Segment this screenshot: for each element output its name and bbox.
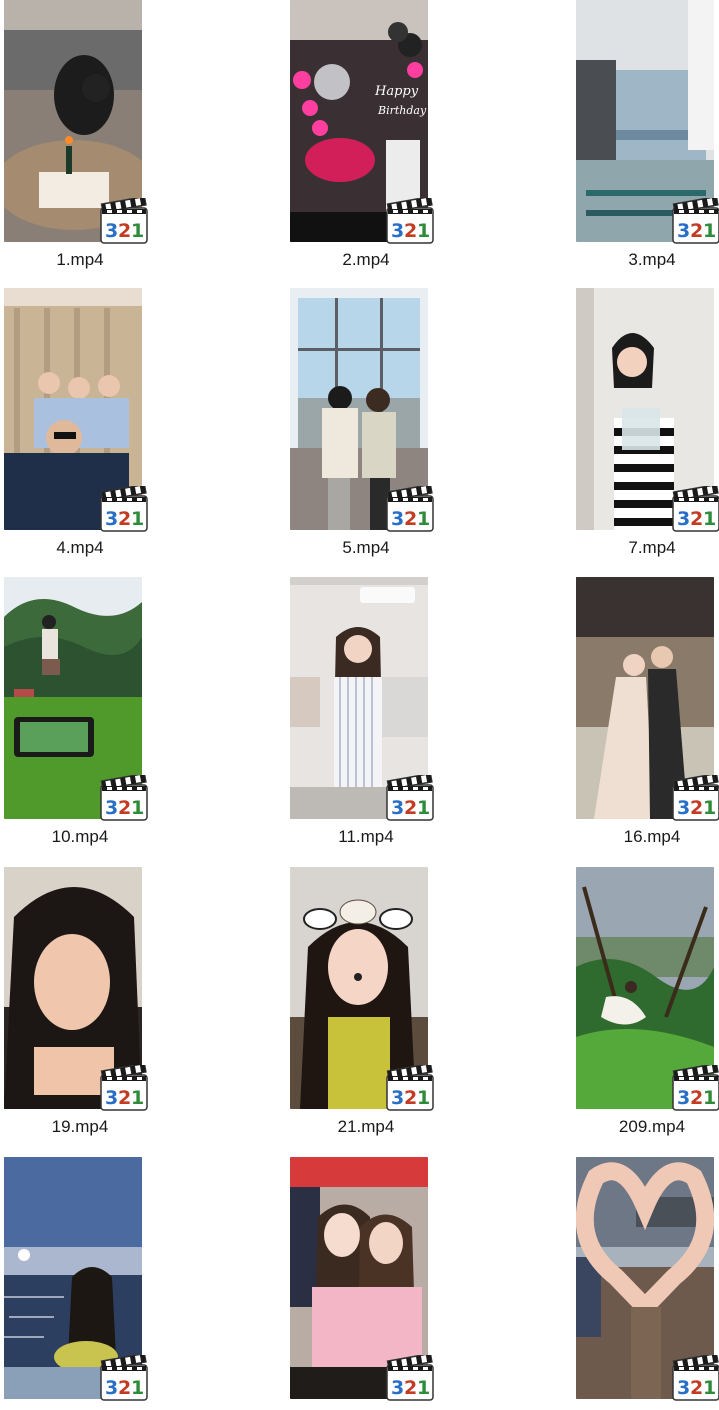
svg-text:3: 3 — [677, 1087, 690, 1109]
media-player-classic-icon: 3 2 1 — [100, 195, 148, 244]
media-player-classic-icon: 3 2 1 — [672, 195, 719, 244]
svg-text:3: 3 — [105, 797, 118, 819]
media-player-classic-icon: 3 2 1 — [672, 772, 719, 821]
media-player-classic-icon: 3 2 1 — [672, 483, 719, 532]
file-name[interactable]: 10.mp4 — [0, 827, 160, 847]
svg-text:Happy: Happy — [374, 84, 419, 99]
file-name[interactable]: 4.mp4 — [0, 538, 160, 558]
svg-text:2: 2 — [404, 1087, 417, 1109]
media-player-classic-icon: 3 2 1 — [672, 1352, 719, 1401]
svg-text:3: 3 — [677, 797, 690, 819]
file-name[interactable]: 1.mp4 — [0, 250, 160, 270]
svg-text:1: 1 — [131, 797, 144, 819]
file-name[interactable]: 21.mp4 — [286, 1117, 446, 1137]
file-grid: 3 2 1 1.mp4 Happy Birthday 3 2 1 2.mp4 3… — [0, 0, 719, 1410]
media-player-classic-icon: 3 2 1 — [386, 772, 434, 821]
media-player-classic-icon: 3 2 1 — [100, 1352, 148, 1401]
svg-text:3: 3 — [391, 797, 404, 819]
svg-text:3: 3 — [105, 1377, 118, 1399]
svg-text:1: 1 — [703, 508, 716, 530]
file-name[interactable]: 2.mp4 — [286, 250, 446, 270]
svg-text:3: 3 — [677, 220, 690, 242]
svg-text:1: 1 — [417, 508, 430, 530]
file-name[interactable]: 16.mp4 — [572, 827, 719, 847]
svg-text:3: 3 — [391, 1377, 404, 1399]
svg-text:2: 2 — [118, 797, 131, 819]
svg-text:1: 1 — [703, 1087, 716, 1109]
file-name[interactable]: 19.mp4 — [0, 1117, 160, 1137]
svg-text:3: 3 — [105, 220, 118, 242]
svg-text:1: 1 — [417, 220, 430, 242]
file-name[interactable]: 3.mp4 — [572, 250, 719, 270]
svg-text:2: 2 — [404, 1377, 417, 1399]
svg-text:Birthday: Birthday — [377, 104, 427, 117]
media-player-classic-icon: 3 2 1 — [100, 772, 148, 821]
svg-text:2: 2 — [690, 1087, 703, 1109]
media-player-classic-icon: 3 2 1 — [386, 1352, 434, 1401]
svg-text:1: 1 — [131, 1087, 144, 1109]
media-player-classic-icon: 3 2 1 — [672, 1062, 719, 1111]
file-name[interactable]: 209.mp4 — [572, 1117, 719, 1137]
svg-text:1: 1 — [703, 1377, 716, 1399]
svg-text:2: 2 — [690, 508, 703, 530]
svg-text:2: 2 — [118, 508, 131, 530]
file-name[interactable]: 5.mp4 — [286, 538, 446, 558]
svg-text:1: 1 — [417, 797, 430, 819]
svg-text:3: 3 — [391, 1087, 404, 1109]
svg-text:3: 3 — [105, 508, 118, 530]
media-player-classic-icon: 3 2 1 — [100, 1062, 148, 1111]
media-player-classic-icon: 3 2 1 — [386, 195, 434, 244]
svg-text:2: 2 — [118, 1087, 131, 1109]
svg-text:2: 2 — [404, 220, 417, 242]
file-name[interactable]: 11.mp4 — [286, 827, 446, 847]
svg-text:3: 3 — [105, 1087, 118, 1109]
svg-text:1: 1 — [417, 1377, 430, 1399]
svg-text:3: 3 — [391, 508, 404, 530]
svg-text:3: 3 — [677, 1377, 690, 1399]
svg-text:1: 1 — [417, 1087, 430, 1109]
svg-text:2: 2 — [118, 1377, 131, 1399]
svg-text:2: 2 — [118, 220, 131, 242]
svg-text:2: 2 — [690, 797, 703, 819]
svg-text:3: 3 — [391, 220, 404, 242]
svg-text:1: 1 — [131, 508, 144, 530]
svg-text:1: 1 — [131, 220, 144, 242]
svg-text:2: 2 — [404, 797, 417, 819]
svg-text:3: 3 — [677, 508, 690, 530]
svg-text:1: 1 — [703, 797, 716, 819]
media-player-classic-icon: 3 2 1 — [386, 483, 434, 532]
file-name[interactable]: 7.mp4 — [572, 538, 719, 558]
media-player-classic-icon: 3 2 1 — [386, 1062, 434, 1111]
svg-text:2: 2 — [404, 508, 417, 530]
svg-text:1: 1 — [131, 1377, 144, 1399]
svg-text:2: 2 — [690, 220, 703, 242]
svg-text:1: 1 — [703, 220, 716, 242]
media-player-classic-icon: 3 2 1 — [100, 483, 148, 532]
svg-text:2: 2 — [690, 1377, 703, 1399]
